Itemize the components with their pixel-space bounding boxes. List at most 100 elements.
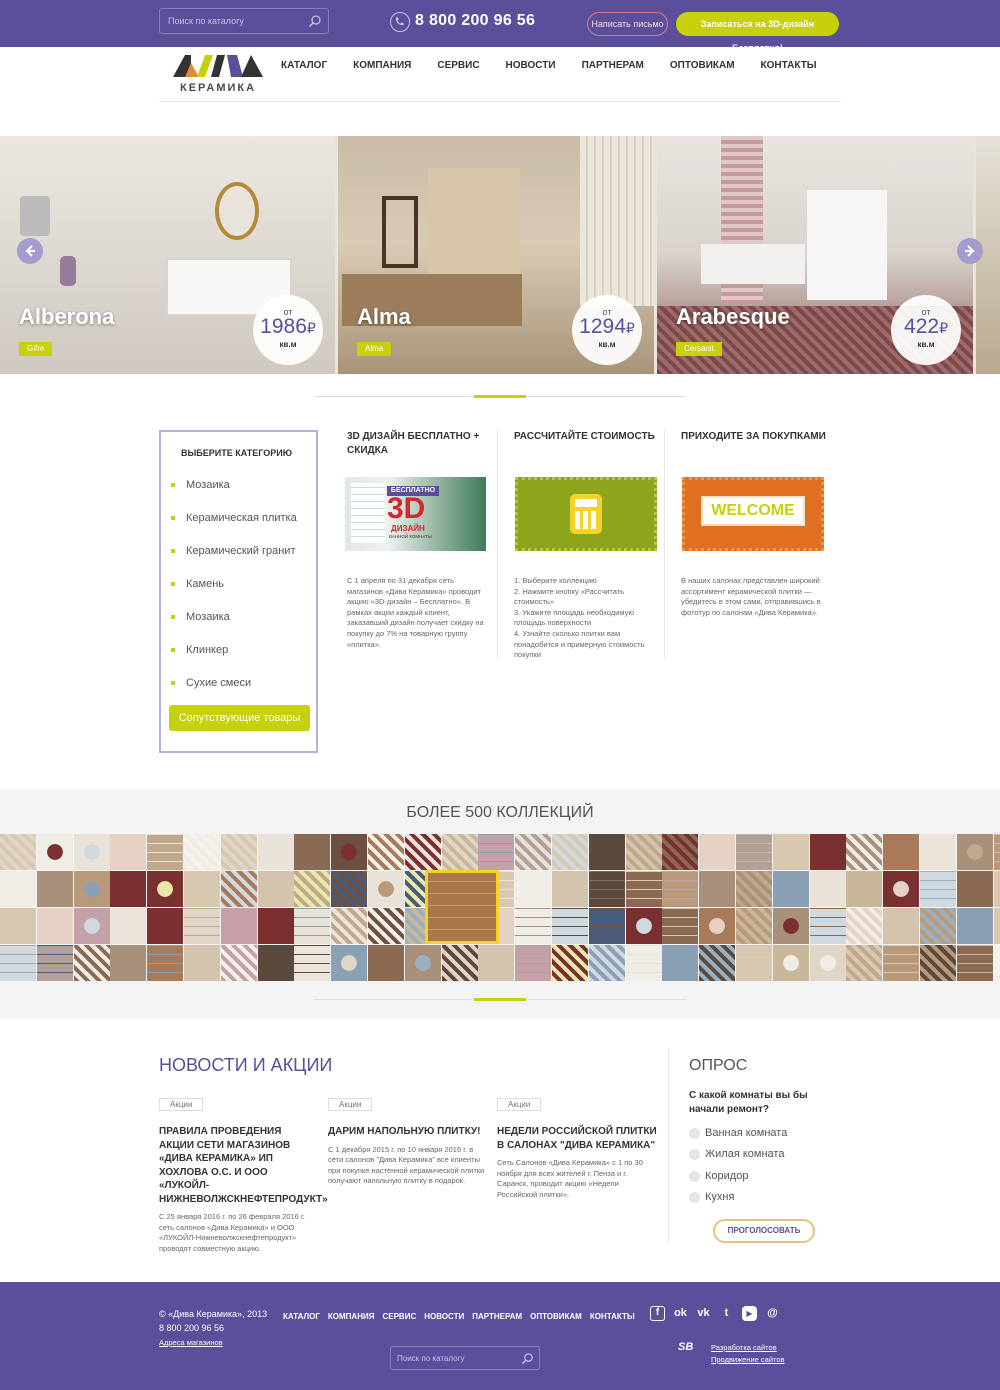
collection-tile[interactable]	[956, 834, 993, 870]
nav-item-contacts[interactable]: КОНТАКТЫ	[761, 60, 817, 71]
news-badge[interactable]: Акции	[159, 1098, 204, 1111]
nav-item-news[interactable]: НОВОСТИ	[506, 60, 556, 71]
poll-option[interactable]: Кухня	[689, 1191, 734, 1203]
collection-tile[interactable]	[736, 834, 772, 870]
news-headline[interactable]: НЕДЕЛИ РОССИЙСКОЙ ПЛИТКИ В САЛОНАХ "ДИВА…	[497, 1125, 657, 1152]
nav-item-company[interactable]: КОМПАНИЯ	[353, 60, 411, 71]
collection-tile[interactable]	[552, 834, 588, 870]
collection-tile[interactable]	[956, 908, 993, 944]
collection-tile[interactable]	[368, 908, 404, 944]
collection-tile[interactable]	[699, 871, 736, 907]
collection-tile[interactable]	[736, 908, 772, 944]
collection-tile[interactable]	[110, 945, 147, 981]
footer-nav-company[interactable]: КОМПАНИЯ	[328, 1312, 375, 1321]
collection-tile[interactable]	[184, 834, 220, 870]
slide-tag[interactable]: Alma	[357, 342, 392, 356]
collection-tile[interactable]	[368, 834, 404, 870]
collection-tile[interactable]	[809, 908, 846, 944]
category-item[interactable]: Сухие смеси	[171, 677, 251, 689]
footer-nav-catalog[interactable]: КАТАЛОГ	[283, 1312, 320, 1321]
collection-tile[interactable]	[478, 834, 515, 870]
twitter-icon[interactable]: t	[719, 1306, 734, 1321]
collection-tile[interactable]	[736, 945, 772, 981]
collection-tile[interactable]	[772, 908, 809, 944]
collection-tile[interactable]	[846, 834, 883, 870]
collection-tile[interactable]	[0, 834, 36, 870]
collection-tile[interactable]	[110, 834, 147, 870]
calculator-image[interactable]	[515, 477, 657, 551]
collection-tile[interactable]	[147, 834, 184, 870]
collection-tile[interactable]	[772, 871, 809, 907]
slide-arabesque[interactable]: Arabesque Cersanit от 422₽ кв.м	[657, 136, 973, 374]
collection-tile[interactable]	[0, 871, 36, 907]
email-icon[interactable]: @	[765, 1306, 780, 1321]
collection-tile[interactable]	[883, 908, 920, 944]
studio-logo[interactable]: SB	[678, 1341, 706, 1365]
collection-tile[interactable]	[883, 834, 920, 870]
category-item[interactable]: Керамический гранит	[171, 545, 295, 557]
footer-nav-news[interactable]: НОВОСТИ	[424, 1312, 464, 1321]
collection-tile[interactable]	[368, 871, 404, 907]
category-item[interactable]: Мозаика	[171, 479, 230, 491]
promo-link[interactable]: Продвижение сайтов	[711, 1354, 785, 1366]
collection-tile[interactable]	[662, 945, 699, 981]
nav-item-service[interactable]: СЕРВИС	[437, 60, 479, 71]
footer-nav-service[interactable]: СЕРВИС	[382, 1312, 416, 1321]
collection-tile[interactable]	[625, 834, 662, 870]
collection-tile[interactable]	[662, 834, 699, 870]
collection-tile[interactable]	[110, 871, 147, 907]
slide-tag[interactable]: Cersanit	[676, 342, 722, 356]
collection-tile[interactable]	[36, 834, 73, 870]
collection-tile[interactable]	[331, 908, 368, 944]
collection-tile[interactable]	[552, 908, 588, 944]
search-icon[interactable]	[521, 1352, 534, 1365]
collection-tile[interactable]	[0, 945, 36, 981]
odnoklassniki-icon[interactable]: ok	[673, 1306, 688, 1321]
collection-tile[interactable]	[331, 945, 368, 981]
collection-tile[interactable]	[920, 834, 956, 870]
category-item[interactable]: Камень	[171, 578, 224, 590]
arrow-right-icon[interactable]	[957, 238, 983, 264]
collection-tile[interactable]	[147, 945, 184, 981]
footer-phone[interactable]: 8 800 200 96 56	[159, 1323, 224, 1333]
collection-tile[interactable]	[220, 945, 257, 981]
collection-tile[interactable]	[147, 908, 184, 944]
collection-tile[interactable]	[588, 945, 625, 981]
promo-3d-image[interactable]: БЕСПЛАТНО 3D ДИЗАЙН ВАННОЙ КОМНАТЫ	[345, 477, 486, 551]
collection-tile[interactable]	[73, 834, 110, 870]
collection-tile[interactable]	[515, 871, 552, 907]
related-goods-button[interactable]: Сопутствующие товары	[169, 705, 310, 731]
collection-tile[interactable]	[331, 871, 368, 907]
collection-tile[interactable]	[110, 908, 147, 944]
collection-tile[interactable]	[73, 871, 110, 907]
collection-tile[interactable]	[625, 871, 662, 907]
category-item[interactable]: Керамическая плитка	[171, 512, 297, 524]
collection-tile[interactable]	[993, 945, 1000, 981]
collection-tile[interactable]	[184, 945, 220, 981]
collection-tile[interactable]	[184, 908, 220, 944]
collection-tile[interactable]	[956, 871, 993, 907]
promo-title[interactable]: РАССЧИТАЙТЕ СТОИМОСТЬ	[514, 430, 659, 460]
collection-tile[interactable]	[772, 945, 809, 981]
slide-alma[interactable]: Alma Alma от 1294₽ кв.м	[338, 136, 654, 374]
collection-tile[interactable]	[36, 945, 73, 981]
poll-option[interactable]: Ванная комната	[689, 1127, 787, 1139]
arrow-left-icon[interactable]	[17, 238, 43, 264]
collection-tile[interactable]	[147, 871, 184, 907]
collection-tile[interactable]	[368, 945, 404, 981]
collection-tile-highlighted[interactable]	[425, 870, 499, 944]
collection-tile[interactable]	[515, 908, 552, 944]
category-item[interactable]: Мозаика	[171, 611, 230, 623]
welcome-image[interactable]: WELCOME	[682, 477, 824, 551]
news-badge[interactable]: Акции	[497, 1098, 542, 1111]
dev-link[interactable]: Разработка сайтов	[711, 1342, 785, 1354]
collection-tile[interactable]	[294, 908, 331, 944]
collection-tile[interactable]	[699, 908, 736, 944]
collection-tile[interactable]	[662, 908, 699, 944]
collection-tile[interactable]	[699, 834, 736, 870]
collection-tile[interactable]	[257, 871, 294, 907]
collection-tile[interactable]	[220, 908, 257, 944]
category-item[interactable]: Клинкер	[171, 644, 228, 656]
footer-nav-contacts[interactable]: КОНТАКТЫ	[590, 1312, 635, 1321]
promo-title[interactable]: ПРИХОДИТЕ ЗА ПОКУПКАМИ	[681, 430, 826, 460]
